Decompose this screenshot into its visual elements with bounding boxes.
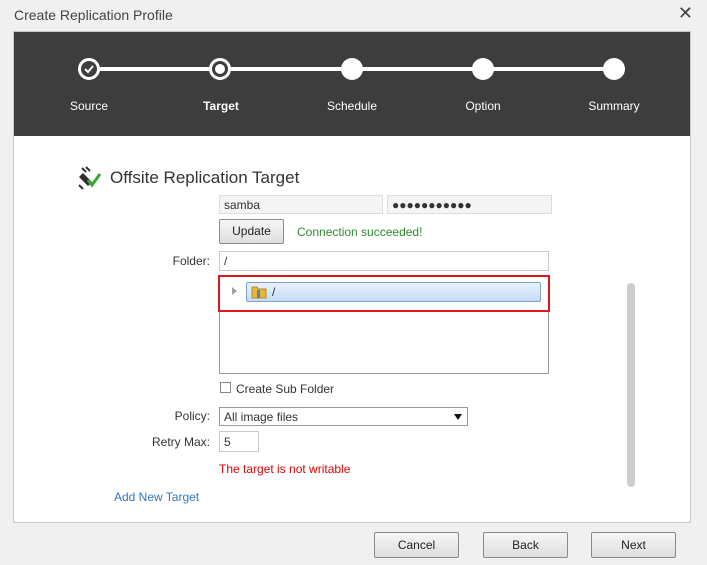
policy-value: All image files [224, 410, 299, 424]
section-title: Offsite Replication Target [110, 168, 300, 187]
next-button[interactable]: Next [591, 532, 676, 558]
dropdown-arrow-icon [454, 414, 462, 420]
cancel-button[interactable]: Cancel [374, 532, 459, 558]
step-target-label: Target [203, 99, 239, 113]
folder-path-input[interactable] [219, 251, 549, 271]
dialog-panel: Source Target Schedule Option Summary Of… [13, 31, 691, 523]
back-button[interactable]: Back [483, 532, 568, 558]
step-schedule-circle [341, 58, 363, 80]
step-source-label: Source [69, 99, 109, 113]
step-source-circle [78, 58, 100, 80]
password-field[interactable] [387, 195, 552, 214]
create-sub-folder-label[interactable]: Create Sub Folder [236, 382, 334, 396]
close-icon[interactable]: ✕ [678, 3, 693, 24]
progress-track-complete [89, 67, 229, 71]
connection-status: Connection succeeded! [297, 225, 423, 239]
add-new-target-link[interactable]: Add New Target [114, 490, 199, 504]
step-option-label: Option [465, 99, 501, 113]
plug-check-icon [78, 166, 102, 190]
update-button[interactable]: Update [219, 219, 284, 244]
create-sub-folder-checkbox[interactable] [220, 382, 231, 393]
title-bar: Create Replication Profile ✕ [0, 0, 707, 28]
wizard-progress: Source Target Schedule Option Summary [14, 32, 690, 136]
step-summary-circle [603, 58, 625, 80]
policy-select[interactable]: All image files [219, 407, 468, 426]
scrollbar-thumb[interactable] [627, 283, 635, 487]
step-target-circle [209, 58, 231, 80]
step-option-circle [472, 58, 494, 80]
error-message: The target is not writable [219, 462, 351, 476]
username-field[interactable] [219, 195, 383, 214]
window-title: Create Replication Profile [14, 7, 173, 23]
selection-highlight [218, 275, 550, 312]
section-heading: Offsite Replication Target [76, 165, 299, 191]
folder-label: Folder: [172, 254, 210, 268]
retry-max-label: Retry Max: [151, 435, 210, 449]
step-summary-label: Summary [588, 99, 640, 113]
check-icon [84, 65, 94, 74]
retry-max-input[interactable] [219, 431, 259, 452]
step-schedule-label: Schedule [326, 99, 378, 113]
policy-label: Policy: [174, 409, 210, 423]
progress-track [221, 67, 621, 71]
